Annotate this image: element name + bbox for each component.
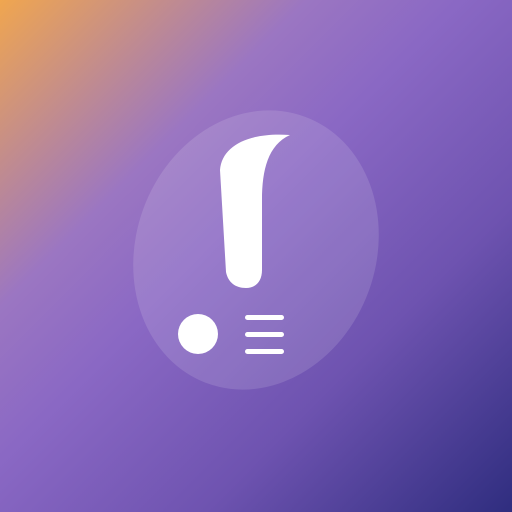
note-line-1: [245, 315, 284, 320]
exclamation-notes-icon: [133, 110, 379, 390]
exclamation-dot-shape: [178, 314, 218, 354]
note-line-2: [245, 332, 284, 337]
note-line-3: [245, 349, 284, 354]
app-icon-background: [0, 0, 512, 512]
